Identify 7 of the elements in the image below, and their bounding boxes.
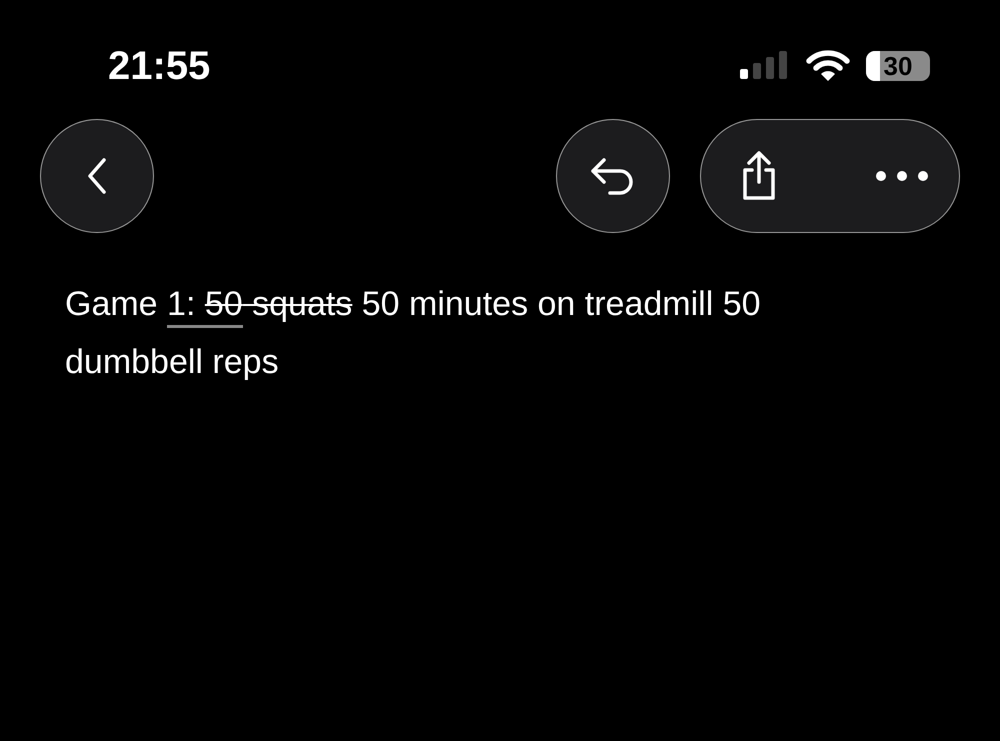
signal-icon: [740, 51, 790, 81]
wifi-icon: [806, 50, 850, 82]
more-icon: [875, 170, 929, 182]
status-time: 21:55: [108, 44, 210, 88]
more-button[interactable]: [875, 170, 929, 182]
note-text[interactable]: Game 1: 50 squats 50 minutes on treadmill 50 dumbbell reps: [65, 275, 855, 391]
battery-indicator: 30: [866, 51, 930, 81]
